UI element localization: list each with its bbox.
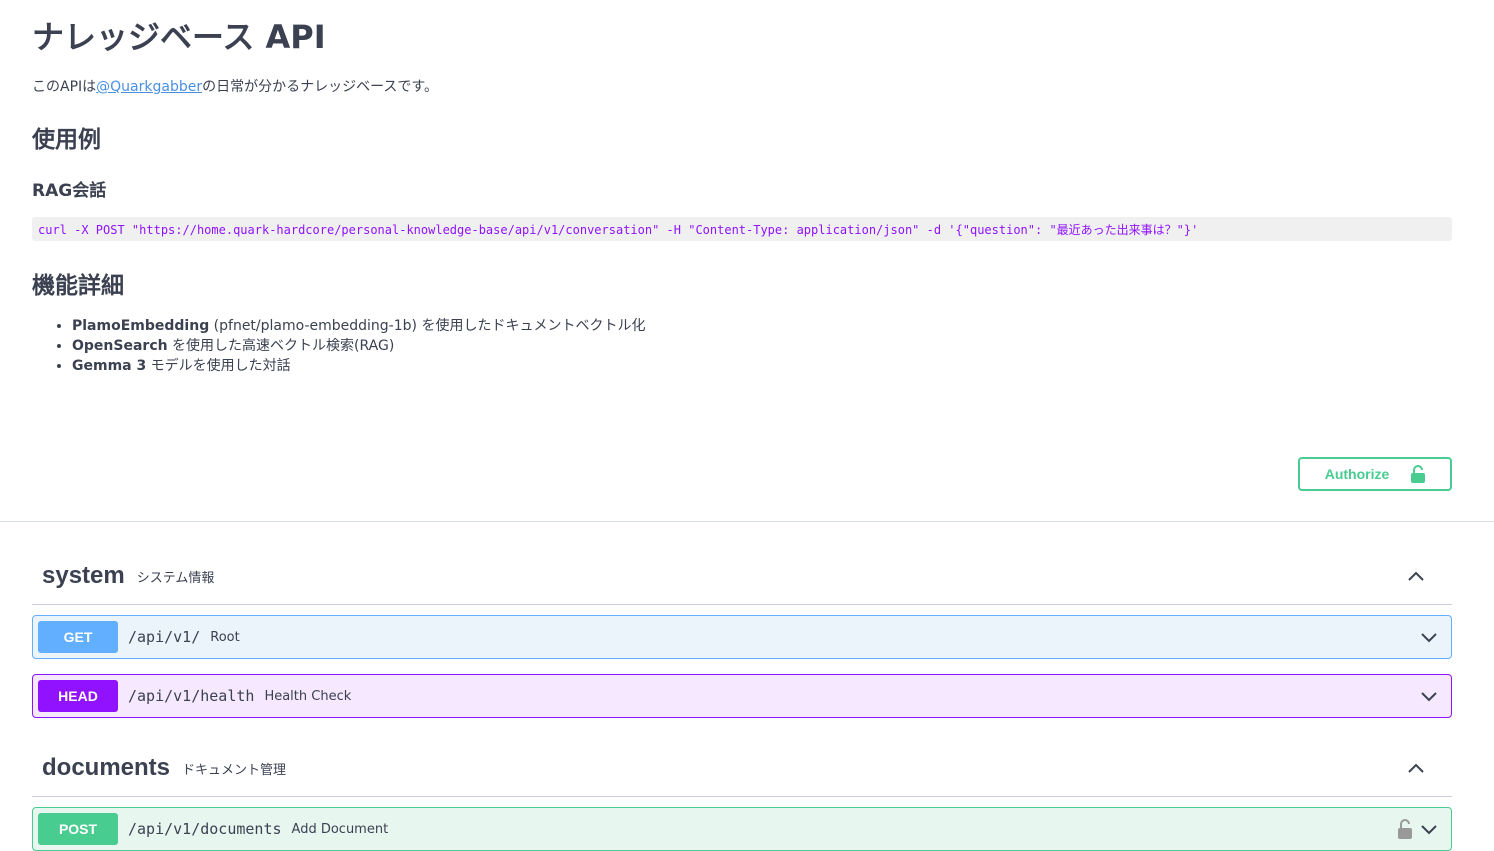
authorize-button[interactable]: Authorize [1298, 457, 1452, 491]
tag-description: システム情報 [136, 570, 215, 586]
operation-path: /api/v1/ [128, 628, 201, 646]
feature-item: Gemma 3 モデルを使用した対話 [72, 356, 645, 376]
chevron-up-icon[interactable] [1406, 758, 1426, 778]
chevron-down-icon[interactable] [1419, 628, 1439, 648]
description-prefix: このAPIは [32, 79, 97, 95]
operation-summary: Root [210, 629, 240, 645]
unlock-icon[interactable] [1397, 819, 1413, 839]
operation-path: /api/v1/health [128, 687, 255, 705]
feature-text: を使用した高速ベクトル検索(RAG) [167, 338, 395, 354]
operation-summary: Add Document [291, 821, 389, 837]
section-divider [0, 521, 1494, 522]
chevron-down-icon[interactable] [1419, 687, 1439, 707]
usage-heading: 使用例 [32, 127, 101, 153]
operation-summary: Health Check [264, 688, 352, 704]
author-link[interactable]: @Quarkgabber [96, 79, 202, 95]
tag-documents-header[interactable]: documents ドキュメント管理 [32, 740, 1452, 797]
method-badge: HEAD [38, 680, 118, 712]
page-title: ナレッジベース API [32, 18, 326, 56]
description-suffix: の日常が分かるナレッジベースです。 [202, 79, 439, 95]
method-badge: GET [38, 621, 118, 653]
operation-post-documents[interactable]: POST /api/v1/documents Add Document [32, 807, 1452, 851]
operation-path: /api/v1/documents [128, 820, 282, 838]
feature-item: PlamoEmbedding (pfnet/plamo-embedding-1b… [72, 316, 645, 336]
feature-text: モデルを使用した対話 [146, 358, 291, 374]
tag-name: documents [42, 754, 171, 781]
features-list: PlamoEmbedding (pfnet/plamo-embedding-1b… [32, 316, 645, 376]
rag-heading: RAG会話 [32, 181, 107, 201]
feature-name: OpenSearch [72, 338, 168, 354]
operation-head-health[interactable]: HEAD /api/v1/health Health Check [32, 674, 1452, 718]
feature-name: Gemma 3 [72, 358, 147, 374]
curl-code-block: curl -X POST "https://home.quark-hardcor… [32, 217, 1452, 241]
feature-name: PlamoEmbedding [72, 318, 210, 334]
authorize-label: Authorize [1324, 466, 1390, 482]
operation-get-root[interactable]: GET /api/v1/ Root [32, 615, 1452, 659]
tag-system-header[interactable]: system システム情報 [32, 548, 1452, 605]
tag-description: ドキュメント管理 [182, 762, 287, 778]
features-heading: 機能詳細 [32, 273, 124, 299]
feature-text: (pfnet/plamo-embedding-1b) を使用したドキュメントベク… [209, 318, 646, 334]
chevron-down-icon[interactable] [1419, 820, 1439, 840]
feature-item: OpenSearch を使用した高速ベクトル検索(RAG) [72, 336, 645, 356]
unlock-icon [1411, 465, 1426, 483]
api-description: このAPIは@Quarkgabberの日常が分かるナレッジベースです。 [32, 76, 438, 96]
chevron-up-icon[interactable] [1406, 566, 1426, 586]
method-badge: POST [38, 813, 118, 845]
tag-name: system [42, 562, 125, 589]
